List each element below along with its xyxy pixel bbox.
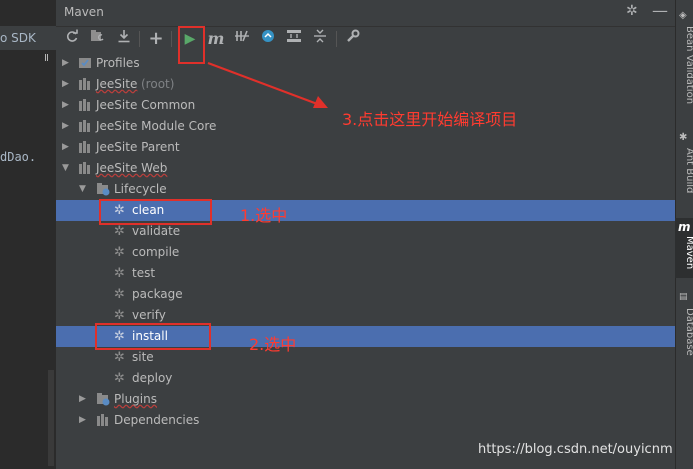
plugins-folder-icon (97, 393, 110, 406)
database-icon: ▤ (679, 292, 688, 302)
tree-item-dependencies[interactable]: ▶ Dependencies (56, 410, 675, 431)
show-dependencies-icon[interactable] (284, 29, 304, 49)
phase-label: deploy (132, 371, 173, 385)
toolbar-separator (171, 31, 172, 47)
phase-test[interactable]: ✲ test (56, 263, 675, 284)
expand-arrow-icon[interactable]: ▶ (62, 95, 69, 116)
tree-item-plugins[interactable]: ▶ Plugins (56, 389, 675, 410)
tree-item-label: Profiles (96, 56, 140, 70)
tool-tab-bean-validation[interactable]: Bean Validation (677, 26, 693, 104)
reimport-icon[interactable] (88, 29, 108, 49)
expand-arrow-icon[interactable]: ▶ (62, 74, 69, 95)
toolbar-separator (336, 31, 337, 47)
annotation-arrow (207, 61, 328, 108)
tree-item-label: JeeSite (96, 77, 138, 91)
expand-arrow-icon[interactable]: ▶ (62, 53, 69, 74)
tree-item-label: JeeSite Common (96, 98, 196, 112)
pause-marker: II (44, 53, 49, 64)
editor-code-fragment: dDao. (0, 150, 37, 164)
tool-tab-maven[interactable]: Maven (677, 236, 693, 269)
minimize-icon[interactable]: — (652, 1, 668, 20)
profiles-icon (79, 58, 91, 68)
sdk-tab[interactable]: o SDK (0, 26, 56, 50)
tree-item-jeesite-parent[interactable]: ▶ JeeSite Parent (56, 137, 675, 158)
maven-module-icon (79, 99, 90, 111)
highlight-box-install (95, 323, 211, 350)
phase-label: site (132, 350, 154, 364)
tree-item-label: JeeSite Module Core (96, 119, 217, 133)
phase-label: compile (132, 245, 180, 259)
phase-package[interactable]: ✲ package (56, 284, 675, 305)
download-icon[interactable] (114, 29, 134, 49)
refresh-icon[interactable] (62, 29, 82, 49)
skip-tests-icon[interactable] (258, 29, 278, 49)
annotation-step1: 1.选中 (240, 206, 288, 225)
maven-module-icon (79, 141, 90, 153)
tree-item-label: Plugins (114, 392, 157, 406)
execute-goal-button[interactable]: m (206, 29, 226, 49)
gear-icon[interactable]: ✲ (626, 3, 638, 19)
expand-arrow-icon[interactable]: ▶ (79, 389, 86, 410)
phase-deploy[interactable]: ✲ deploy (56, 368, 675, 389)
collapse-arrow-icon[interactable]: ▼ (62, 158, 69, 179)
expand-arrow-icon[interactable]: ▶ (62, 116, 69, 137)
panel-title: Maven (64, 5, 104, 19)
gear-icon: ✲ (114, 266, 125, 281)
lifecycle-folder-icon (97, 183, 110, 196)
annotation-step3: 3.点击这里开始编译项目 (342, 110, 518, 129)
dependencies-icon (97, 414, 108, 426)
highlight-box-clean (99, 199, 212, 225)
tree-item-lifecycle[interactable]: ▼ Lifecycle (56, 179, 675, 200)
tree-item-jeesite-web[interactable]: ▼ JeeSite Web (56, 158, 675, 179)
tree-item-label: JeeSite Parent (96, 140, 180, 154)
toggle-offline-icon[interactable] (232, 29, 252, 49)
tool-tab-database[interactable]: Database (677, 308, 693, 356)
gear-icon: ✲ (114, 350, 125, 365)
maven-module-icon (79, 162, 90, 174)
toolbar-separator (139, 31, 140, 47)
phase-site[interactable]: ✲ site (56, 347, 675, 368)
collapse-arrow-icon[interactable]: ▼ (79, 179, 86, 200)
collapse-all-icon[interactable] (310, 29, 330, 49)
expand-arrow-icon[interactable]: ▶ (62, 137, 69, 158)
phase-compile[interactable]: ✲ compile (56, 242, 675, 263)
expand-arrow-icon[interactable]: ▶ (79, 410, 86, 431)
tree-item-label: Lifecycle (114, 182, 167, 196)
maven-icon: m (678, 220, 691, 234)
phase-label: test (132, 266, 156, 280)
gear-icon: ✲ (114, 371, 125, 386)
tree-item-jeesite-root[interactable]: ▶ JeeSite (root) (56, 74, 675, 95)
watermark: https://blog.csdn.net/ouyicnm (478, 442, 673, 457)
bean-validation-icon: ◈ (679, 10, 687, 21)
gear-icon: ✲ (114, 287, 125, 302)
panel-titlebar (56, 0, 675, 27)
gear-icon: ✲ (114, 245, 125, 260)
maven-module-icon (79, 78, 90, 90)
root-suffix: (root) (141, 77, 175, 91)
annotation-step2: 2.选中 (249, 335, 297, 354)
maven-module-icon (79, 120, 90, 132)
tree-item-label: Dependencies (114, 413, 200, 427)
tool-tab-ant-build[interactable]: Ant Build (677, 148, 693, 193)
wrench-icon[interactable] (343, 29, 363, 49)
ant-icon: ✱ (679, 132, 688, 143)
phase-label: package (132, 287, 183, 301)
add-button[interactable]: + (146, 29, 166, 49)
editor-scrollbar[interactable] (48, 370, 54, 466)
tree-item-label: JeeSite Web (96, 161, 168, 175)
tree-item-profiles[interactable]: ▶ Profiles (56, 53, 675, 74)
